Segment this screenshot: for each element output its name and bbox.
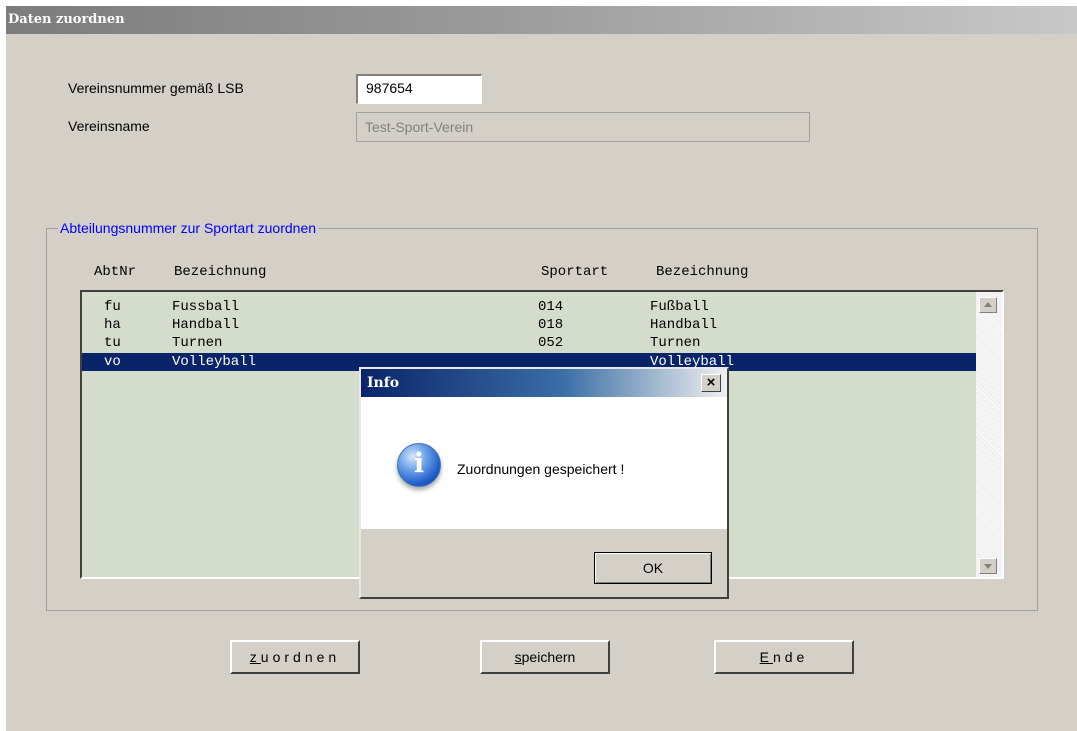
vertical-scrollbar[interactable] <box>976 292 1002 577</box>
header-bezeichnung: Bezeichnung <box>174 264 267 280</box>
scroll-down-button[interactable] <box>979 558 997 574</box>
header-sportart-bezeichnung: Bezeichnung <box>656 264 749 280</box>
row-sportart-bezeichnung: Fußball <box>650 299 709 315</box>
vereinsname-field: Test-Sport-Verein <box>356 112 810 142</box>
ok-button[interactable]: OK <box>594 552 712 584</box>
row-abtnr: tu <box>104 335 121 351</box>
dialog-title: Info <box>367 375 400 391</box>
info-dialog: Info × i Zuordnungen gespeichert ! OK <box>359 367 729 599</box>
row-bezeichnung: Fussball <box>172 299 240 315</box>
dialog-body: i Zuordnungen gespeichert ! <box>361 397 727 529</box>
zuordnen-accel: z <box>249 649 261 665</box>
row-sportart-bezeichnung: Turnen <box>650 335 701 351</box>
info-icon: i <box>397 443 441 487</box>
speichern-label: peichern <box>521 649 576 665</box>
header-sportart: Sportart <box>541 264 609 280</box>
row-sportart: 018 <box>538 317 564 333</box>
vereinsnummer-input[interactable]: 987654 <box>356 74 482 104</box>
zuordnen-button[interactable]: zuordnen <box>230 640 360 674</box>
speichern-accel: s <box>514 649 522 665</box>
row-bezeichnung: Volleyball <box>172 354 257 370</box>
list-item[interactable]: tu Turnen 052 Turnen <box>82 334 976 352</box>
row-sportart: 014 <box>538 299 564 315</box>
group-legend: Abteilungsnummer zur Sportart zuordnen <box>58 220 319 236</box>
dialog-message: Zuordnungen gespeichert ! <box>457 461 625 477</box>
ende-accel: E <box>759 649 773 665</box>
window-title: Daten zuordnen <box>6 6 1077 34</box>
vereinsname-label: Vereinsname <box>68 118 150 134</box>
arrow-up-icon <box>984 302 992 307</box>
ende-label: nde <box>772 649 809 665</box>
list-item[interactable]: ha Handball 018 Handball <box>82 316 976 334</box>
arrow-down-icon <box>984 564 992 569</box>
header-abtnr: AbtNr <box>94 264 137 280</box>
list-item[interactable]: fu Fussball 014 Fußball <box>82 298 976 316</box>
row-abtnr: ha <box>104 317 121 333</box>
close-icon[interactable]: × <box>701 374 721 392</box>
row-sportart-bezeichnung: Handball <box>650 317 718 333</box>
vereinsnummer-label: Vereinsnummer gemäß LSB <box>68 80 244 96</box>
ende-button[interactable]: Ende <box>714 640 854 674</box>
row-abtnr: fu <box>104 299 121 315</box>
row-sportart: 052 <box>538 335 564 351</box>
dialog-titlebar: Info × <box>361 369 727 397</box>
scroll-up-button[interactable] <box>979 297 997 313</box>
row-bezeichnung: Handball <box>172 317 240 333</box>
main-window: Daten zuordnen Vereinsnummer gemäß LSB 9… <box>6 6 1077 731</box>
row-bezeichnung: Turnen <box>172 335 223 351</box>
speichern-button[interactable]: speichern <box>480 640 610 674</box>
row-abtnr: vo <box>104 354 121 370</box>
zuordnen-label: uordnen <box>260 649 341 665</box>
